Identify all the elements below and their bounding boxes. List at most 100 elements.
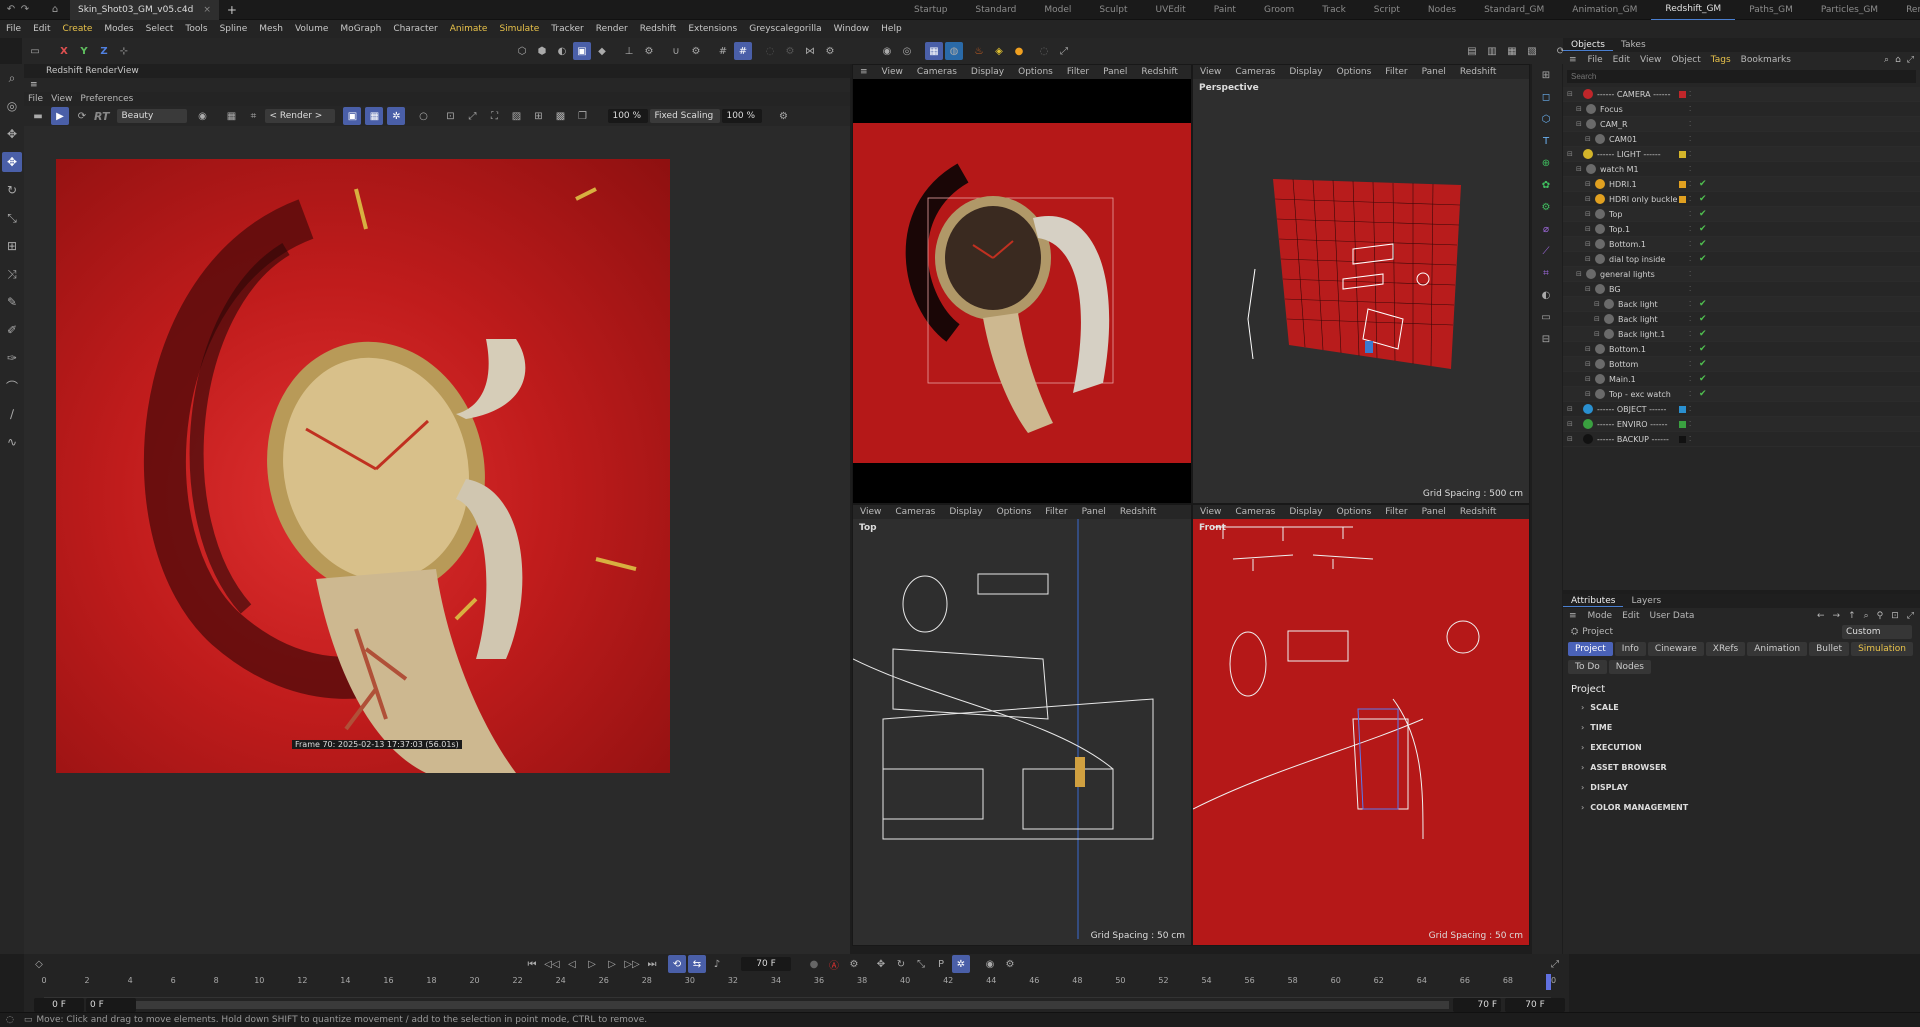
menu-spline[interactable]: Spline [214, 20, 254, 38]
vp-menu-display[interactable]: Display [942, 507, 989, 517]
menu-tools[interactable]: Tools [179, 20, 213, 38]
layer-color-tag[interactable] [1679, 361, 1686, 368]
expand-toggle-icon[interactable]: ⊟ [1563, 300, 1600, 308]
layer-color-tag[interactable] [1679, 136, 1686, 143]
object-row[interactable]: ⊟ Top - exc watch ⁚ ✔ [1563, 387, 1920, 402]
expand-toggle-icon[interactable]: ⊟ [1563, 345, 1591, 353]
layout-tab-animation-gm[interactable]: Animation_GM [1558, 0, 1651, 20]
visibility-dots-icon[interactable]: ⁚ [1689, 240, 1691, 248]
visibility-dots-icon[interactable]: ⁚ [1689, 150, 1691, 158]
object-row[interactable]: ⊟ watch M1 ⁚ [1563, 162, 1920, 177]
enabled-check-icon[interactable]: ✔ [1699, 209, 1707, 219]
cylinder-icon[interactable]: ⬢ [533, 42, 551, 60]
menu-character[interactable]: Character [387, 20, 443, 38]
obj-menu-bookmarks[interactable]: Bookmarks [1736, 55, 1796, 65]
layer-color-tag[interactable] [1679, 271, 1686, 278]
undo-icon[interactable]: ↶ [4, 3, 18, 17]
attributes-menu-icon[interactable]: ≡ [1563, 611, 1583, 621]
viewport-camera[interactable]: ≡ View Cameras Display Options Filter Pa… [852, 64, 1192, 504]
vp-menu-filter[interactable]: Filter [1378, 67, 1414, 77]
layout-tab-uvedit[interactable]: UVEdit [1142, 0, 1200, 20]
layer-color-tag[interactable] [1679, 166, 1686, 173]
vp-menu-cameras[interactable]: Cameras [1228, 67, 1282, 77]
visibility-dots-icon[interactable]: ⁚ [1689, 210, 1691, 218]
visibility-dots-icon[interactable]: ⁚ [1689, 165, 1691, 173]
sphere-icon[interactable]: ◐ [553, 42, 571, 60]
layer-color-tag[interactable] [1679, 150, 1686, 158]
search-icon[interactable]: ⌕ [1860, 611, 1873, 621]
object-row[interactable]: ⊟ ------ ENVIRO ------ ⁚ [1563, 417, 1920, 432]
layer-color-tag[interactable] [1679, 316, 1686, 323]
lock-icon[interactable]: ◌ [761, 42, 779, 60]
visibility-dots-icon[interactable]: ⁚ [1689, 180, 1691, 188]
mograph-icon[interactable]: ✿ [1537, 176, 1555, 194]
menu-volume[interactable]: Volume [289, 20, 334, 38]
expand-toggle-icon[interactable]: ⊟ [1563, 165, 1582, 173]
vp-menu-view[interactable]: View [1193, 67, 1228, 77]
object-row[interactable]: ⊟ Main.1 ⁚ ✔ [1563, 372, 1920, 387]
section-execution[interactable]: › EXECUTION [1563, 737, 1920, 757]
subtab-cineware[interactable]: Cineware [1647, 642, 1704, 656]
visibility-dots-icon[interactable]: ⁚ [1689, 285, 1691, 293]
crop-icon[interactable]: ⌗ [244, 107, 262, 125]
pen-tool-icon[interactable]: ✎ [2, 292, 22, 312]
tab-objects[interactable]: Objects [1563, 40, 1614, 51]
environment-icon[interactable]: ◐ [1537, 286, 1555, 304]
scale-icon[interactable]: ⤡ [2, 208, 22, 228]
redshift-material-icon[interactable]: ◍ [945, 42, 963, 60]
home-icon[interactable]: ⌂ [48, 3, 62, 17]
expand-toggle-icon[interactable]: ⊟ [1563, 435, 1573, 443]
forward-arrow-icon[interactable]: → [1829, 611, 1845, 621]
scale-key-icon[interactable]: ⤡ [912, 955, 930, 973]
snap-settings-icon[interactable]: ⚙ [687, 42, 705, 60]
next-frame-icon[interactable]: ▷ [603, 955, 621, 973]
renderview-menu-file[interactable]: File [24, 94, 47, 104]
zoom-field[interactable]: 100 % [608, 109, 649, 123]
visibility-dots-icon[interactable]: ⁚ [1689, 360, 1691, 368]
layer-color-tag[interactable] [1679, 405, 1686, 413]
next-key-icon[interactable]: ▷▷ [623, 955, 641, 973]
close-tab-icon[interactable]: × [203, 5, 211, 15]
y-axis-lock-button[interactable]: Y [75, 42, 93, 60]
vp-menu-panel[interactable]: Panel [1096, 67, 1134, 77]
object-row[interactable]: ⊟ Back light ⁚ ✔ [1563, 297, 1920, 312]
layer-color-tag[interactable] [1679, 241, 1686, 248]
loop-icon[interactable]: ⟲ [668, 955, 686, 973]
primitive-icon[interactable]: ⬡ [1537, 110, 1555, 128]
document-tab[interactable]: Skin_Shot03_GM_v05.c4d × [70, 0, 219, 20]
render-dropdown[interactable]: < Render > [265, 109, 336, 123]
attr-menu-edit[interactable]: Edit [1617, 611, 1644, 621]
expand-toggle-icon[interactable]: ⊟ [1563, 120, 1582, 128]
visibility-dots-icon[interactable]: ⁚ [1689, 420, 1691, 428]
visibility-dots-icon[interactable]: ⁚ [1689, 90, 1691, 98]
expand-toggle-icon[interactable]: ⊟ [1563, 285, 1591, 293]
object-row[interactable]: ⊟ Bottom.1 ⁚ ✔ [1563, 342, 1920, 357]
menu-file[interactable]: File [0, 20, 27, 38]
search-icon[interactable]: ⌕ [2, 68, 22, 88]
vp-menu-options[interactable]: Options [1011, 67, 1060, 77]
scaling-dropdown[interactable]: Fixed Scaling [650, 109, 721, 123]
layer-color-tag[interactable] [1679, 346, 1686, 353]
spline-smooth-icon[interactable]: ✑ [2, 348, 22, 368]
expand-toggle-icon[interactable]: ⊟ [1563, 135, 1591, 143]
layer-color-tag[interactable] [1679, 121, 1686, 128]
layout-tab-standard[interactable]: Standard [961, 0, 1030, 20]
search-icon[interactable]: ⌕ [1881, 55, 1892, 65]
render-region-icon[interactable]: ▤ [1463, 42, 1481, 60]
vp-menu-panel[interactable]: Panel [1415, 507, 1453, 517]
enabled-check-icon[interactable]: ✔ [1699, 359, 1707, 369]
subtab-animation[interactable]: Animation [1747, 642, 1808, 656]
obj-menu-tags[interactable]: Tags [1706, 55, 1736, 65]
cloner-icon[interactable]: ⊕ [1537, 154, 1555, 172]
vp-menu-redshift[interactable]: Redshift [1453, 507, 1504, 517]
layer-color-tag[interactable] [1679, 106, 1686, 113]
preview-start-field[interactable]: 0 F [86, 998, 136, 1012]
expand-toggle-icon[interactable]: ⊟ [1563, 150, 1573, 158]
vp-menu-cameras[interactable]: Cameras [1228, 507, 1282, 517]
camera-tool-icon[interactable]: ⊞ [1537, 66, 1555, 84]
spline-icon[interactable]: ⌗ [1537, 264, 1555, 282]
object-row[interactable]: ⊟ dial top inside ⁚ ✔ [1563, 252, 1920, 267]
zoom2-field[interactable]: 100 % [722, 109, 763, 123]
menu-edit[interactable]: Edit [27, 20, 56, 38]
box-mode-icon[interactable]: ▣ [573, 42, 591, 60]
